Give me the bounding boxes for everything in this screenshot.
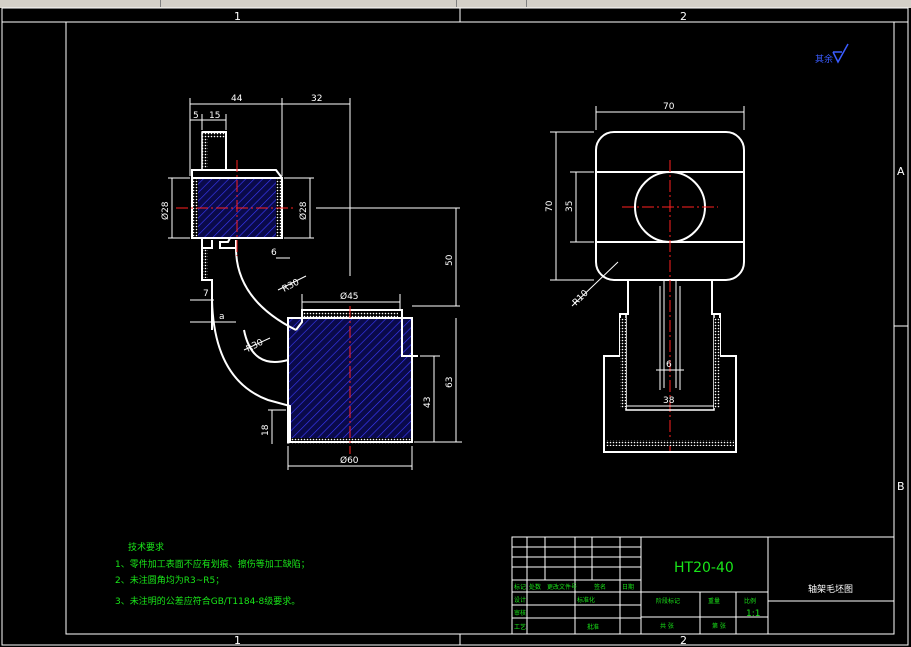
- zone-label-right-b: B: [897, 480, 905, 493]
- tb-label-date: 日期: [622, 583, 634, 591]
- technical-requirements: 技术要求 1、零件加工表面不应有划痕、擦伤等加工缺陷； 2、未注圆角均为R3~R…: [115, 541, 310, 607]
- dim-50: 50: [445, 254, 455, 266]
- dim-6-top: 6: [271, 248, 277, 258]
- tb-label-change: 更改文件号: [547, 583, 577, 591]
- title-scale: 1:1: [746, 609, 760, 619]
- dim-18: 18: [261, 424, 271, 436]
- dim-70-top: 70: [663, 102, 675, 112]
- dim-70-side: 70: [545, 200, 555, 212]
- tb-label-sign: 签名: [594, 583, 606, 591]
- dim-32: 32: [311, 94, 322, 104]
- dim-35: 35: [565, 201, 575, 212]
- tech-req-title: 技术要求: [128, 541, 164, 553]
- dim-15: 15: [209, 111, 220, 121]
- tb-label-sheet: 第 张: [712, 622, 726, 630]
- dim-7: 7: [203, 289, 209, 299]
- dim-38: 38: [663, 396, 675, 406]
- roughness-symbol: 其余: [815, 43, 849, 65]
- roughness-note: 其余: [815, 53, 833, 65]
- zone-label-bottom-1: 1: [234, 634, 241, 647]
- tb-label-sheets: 共 张: [660, 622, 674, 630]
- title-block: HT20-40 轴架毛坯图 1:1 标记 处数 更改文件号 签名 日期 设计 标…: [511, 536, 895, 635]
- tb-label-scale: 比例: [744, 597, 756, 605]
- dim-phi60: Ø60: [340, 455, 359, 466]
- dim-63: 63: [445, 377, 455, 388]
- tb-label-mark: 标记: [514, 583, 526, 591]
- zone-label-right-a: A: [897, 165, 905, 178]
- front-section-view: 44 32 5 15 Ø28 Ø28 6 50 R30 7 a Ø45 R30 …: [160, 94, 462, 470]
- tb-label-design: 设计: [514, 596, 526, 604]
- tb-label-weight: 重量: [708, 597, 720, 605]
- dim-43: 43: [423, 397, 433, 408]
- dim-6-side: 6: [666, 360, 672, 370]
- zone-label-top-1: 1: [234, 10, 241, 23]
- tech-req-line-3: 3、未注明的公差应符合GB/T1184-8级要求。: [115, 595, 300, 607]
- dim-phi28-right: Ø28: [298, 201, 309, 220]
- zone-label-top-2: 2: [680, 10, 687, 23]
- tech-req-line-1: 1、零件加工表面不应有划痕、擦伤等加工缺陷；: [115, 558, 310, 570]
- title-drawing-name: 轴架毛坯图: [808, 583, 853, 595]
- tb-label-std: 标准化: [577, 596, 595, 604]
- dim-a: a: [219, 312, 225, 322]
- tech-req-line-2: 2、未注圆角均为R3~R5；: [115, 574, 224, 586]
- zone-label-bottom-2: 2: [680, 634, 687, 647]
- tb-label-count: 处数: [529, 583, 541, 591]
- dim-phi28-left: Ø28: [160, 201, 171, 220]
- title-material: HT20-40: [674, 560, 734, 576]
- dim-r30-low: R30: [245, 338, 266, 355]
- tb-label-process: 工艺: [514, 623, 526, 631]
- dim-phi45: Ø45: [340, 291, 359, 302]
- tb-label-approve: 批准: [587, 623, 599, 631]
- tb-label-stage: 阶段标记: [656, 597, 680, 605]
- tb-label-review: 审核: [514, 609, 526, 617]
- cad-drawing-canvas[interactable]: 1 2 1 2 A B 其余 44 32 5 15 Ø28 Ø28 6 50 R…: [0, 0, 911, 647]
- side-view: 70 70 35 R10 6 38: [545, 102, 745, 454]
- dim-5: 5: [193, 111, 199, 121]
- dim-44: 44: [231, 94, 243, 104]
